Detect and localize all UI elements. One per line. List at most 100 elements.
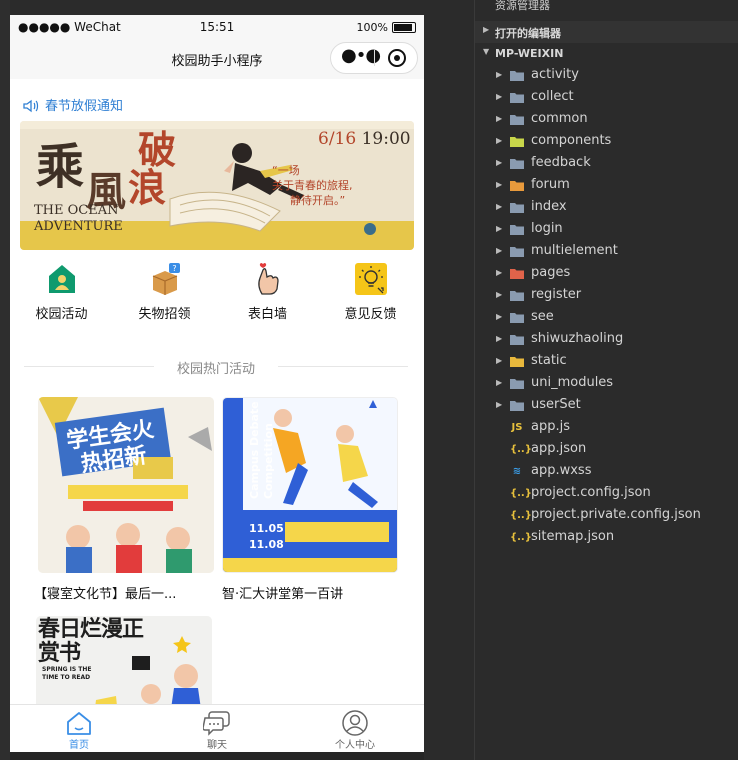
notice-text: 春节放假通知 <box>45 99 124 114</box>
folder-row[interactable]: ▶ collect <box>475 87 738 109</box>
explorer-title: 资源管理器 <box>495 0 550 12</box>
folder-name: uni_modules <box>531 375 614 390</box>
folder-icon <box>510 115 524 125</box>
chevron-right-icon: ▶ <box>496 356 503 365</box>
file-name: sitemap.json <box>531 529 615 544</box>
svg-text:?: ? <box>172 264 176 273</box>
banner-swiper[interactable]: 乘 風 破 浪 THE OCEAN ADVENTURE 6/16 19:00 “… <box>20 121 414 250</box>
folder-row[interactable]: ▶ index <box>475 197 738 219</box>
folder-row[interactable]: ▶ common <box>475 109 738 131</box>
chevron-right-icon: ▶ <box>496 334 503 343</box>
tab-chat[interactable]: 聊天 <box>148 705 286 752</box>
grid-item-label: 意见反馈 <box>344 307 397 322</box>
folder-row[interactable]: ▶ multielement <box>475 241 738 263</box>
folder-row[interactable]: ▶ pages <box>475 263 738 285</box>
activity-card[interactable]: 学生会火热招新 <box>38 397 214 573</box>
folder-row[interactable]: ▶ feedback <box>475 153 738 175</box>
folder-row[interactable]: ▶ static <box>475 351 738 373</box>
folder-icon <box>510 137 524 147</box>
chevron-right-icon: ▶ <box>496 400 503 409</box>
folder-name: components <box>531 133 612 148</box>
simulator-footer <box>10 752 424 760</box>
activity-card-caption[interactable]: 【寝室文化节】最后一... <box>34 583 176 602</box>
chevron-right-icon: ▶ <box>496 114 503 123</box>
file-row[interactable]: {..} app.json <box>475 439 738 461</box>
folder-icon <box>510 379 524 389</box>
folder-icon <box>510 291 524 301</box>
grid-item-feedback[interactable]: 意见反馈 <box>319 262 422 322</box>
box-question-icon: ? <box>152 263 180 295</box>
simulator-screen: ●●●●● WeChat 15:51 100% 校园助手小程序 ●•● 春节放假… <box>10 15 424 752</box>
grid-item-label: 失物招领 <box>138 307 191 322</box>
lightbulb-icon <box>354 263 387 295</box>
banner-english: THE OCEAN ADVENTURE <box>34 203 123 234</box>
folder-row[interactable]: ▶ shiwuzhaoling <box>475 329 738 351</box>
folder-row[interactable]: ▶ see <box>475 307 738 329</box>
grid-item-lost-found[interactable]: ? 失物招领 <box>113 262 216 322</box>
folder-name: see <box>531 309 554 324</box>
folder-row[interactable]: ▶ login <box>475 219 738 241</box>
file-name: project.config.json <box>531 485 651 500</box>
battery-percent: 100% <box>356 21 388 34</box>
folder-row[interactable]: ▶ userSet <box>475 395 738 417</box>
activity-card[interactable]: 春日烂漫正赏书 SPRING IS THE TIME TO READ <box>36 616 212 704</box>
open-editors-section[interactable]: ▶ 打开的编辑器 <box>475 21 738 43</box>
project-section[interactable]: ▼ MP-WEIXIN <box>475 43 738 65</box>
folder-name: index <box>531 199 567 214</box>
file-row[interactable]: JS app.js <box>475 417 738 439</box>
explorer-header: 资源管理器 ··· <box>475 0 738 18</box>
tab-label: 聊天 <box>207 740 227 751</box>
css-file-icon: ≋ <box>512 466 522 477</box>
tab-label: 个人中心 <box>335 740 375 751</box>
grid-item-campus-activity[interactable]: 校园活动 <box>10 262 113 322</box>
grid-item-confession-wall[interactable]: 表白墙 <box>216 262 319 322</box>
folder-name: feedback <box>531 155 591 170</box>
folder-icon <box>510 93 524 103</box>
banner-date-day: 6/16 <box>318 129 357 149</box>
house-person-icon <box>48 265 75 293</box>
file-row[interactable]: ≋ app.wxss <box>475 461 738 483</box>
chevron-right-icon: ▶ <box>496 180 503 189</box>
file-row[interactable]: {..} project.config.json <box>475 483 738 505</box>
section-label: 打开的编辑器 <box>495 27 561 40</box>
folder-row[interactable]: ▶ activity <box>475 65 738 87</box>
chevron-right-icon: ▶ <box>496 312 503 321</box>
folder-name: forum <box>531 177 570 192</box>
js-file-icon: JS <box>511 422 523 433</box>
close-miniprogram-icon[interactable] <box>388 49 406 67</box>
folder-row[interactable]: ▶ register <box>475 285 738 307</box>
finger-heart-icon <box>257 263 279 295</box>
tab-home[interactable]: 首页 <box>10 705 148 752</box>
chevron-right-icon: ▶ <box>496 246 503 255</box>
folder-icon <box>510 247 524 257</box>
file-row[interactable]: {..} sitemap.json <box>475 527 738 549</box>
activity-card[interactable]: Campus Debate Competition 11.05 11.08 <box>222 397 398 573</box>
json-file-icon: {..} <box>510 532 532 543</box>
file-name: project.private.config.json <box>531 507 701 522</box>
capsule-menu[interactable]: ●•● <box>330 42 418 74</box>
file-name: app.json <box>531 441 587 456</box>
banner-quote-line: 静待开启。” <box>290 194 346 207</box>
home-page: 春节放假通知 乘 風 破 浪 THE OCEAN ADVENTURE 6/16 … <box>10 79 424 704</box>
file-row[interactable]: {..} project.private.config.json <box>475 505 738 527</box>
folder-icon <box>510 357 524 367</box>
folder-name: activity <box>531 67 579 82</box>
folder-row[interactable]: ▶ components <box>475 131 738 153</box>
tab-label: 首页 <box>69 740 89 751</box>
folder-row[interactable]: ▶ uni_modules <box>475 373 738 395</box>
notice-link[interactable]: 春节放假通知 <box>23 95 123 114</box>
home-icon <box>67 712 91 735</box>
feature-grid: 校园活动 ? 失物招领 表白墙 意见反馈 <box>10 262 424 324</box>
activity-card-caption[interactable]: 智·汇大讲堂第一百讲 <box>222 583 343 602</box>
tab-profile[interactable]: 个人中心 <box>286 705 424 752</box>
section-header: 校园热门活动 <box>24 357 408 377</box>
banner-quote-line: “一场 <box>272 164 300 177</box>
folder-name: register <box>531 287 582 302</box>
chevron-right-icon: ▶ <box>496 224 503 233</box>
user-icon <box>342 710 368 736</box>
more-actions-icon[interactable]: ··· <box>700 0 716 8</box>
chevron-down-icon: ▼ <box>483 47 490 56</box>
chevron-right-icon: ▶ <box>496 268 503 277</box>
poster-title: 春日烂漫正赏书 <box>38 617 144 666</box>
folder-row[interactable]: ▶ forum <box>475 175 738 197</box>
